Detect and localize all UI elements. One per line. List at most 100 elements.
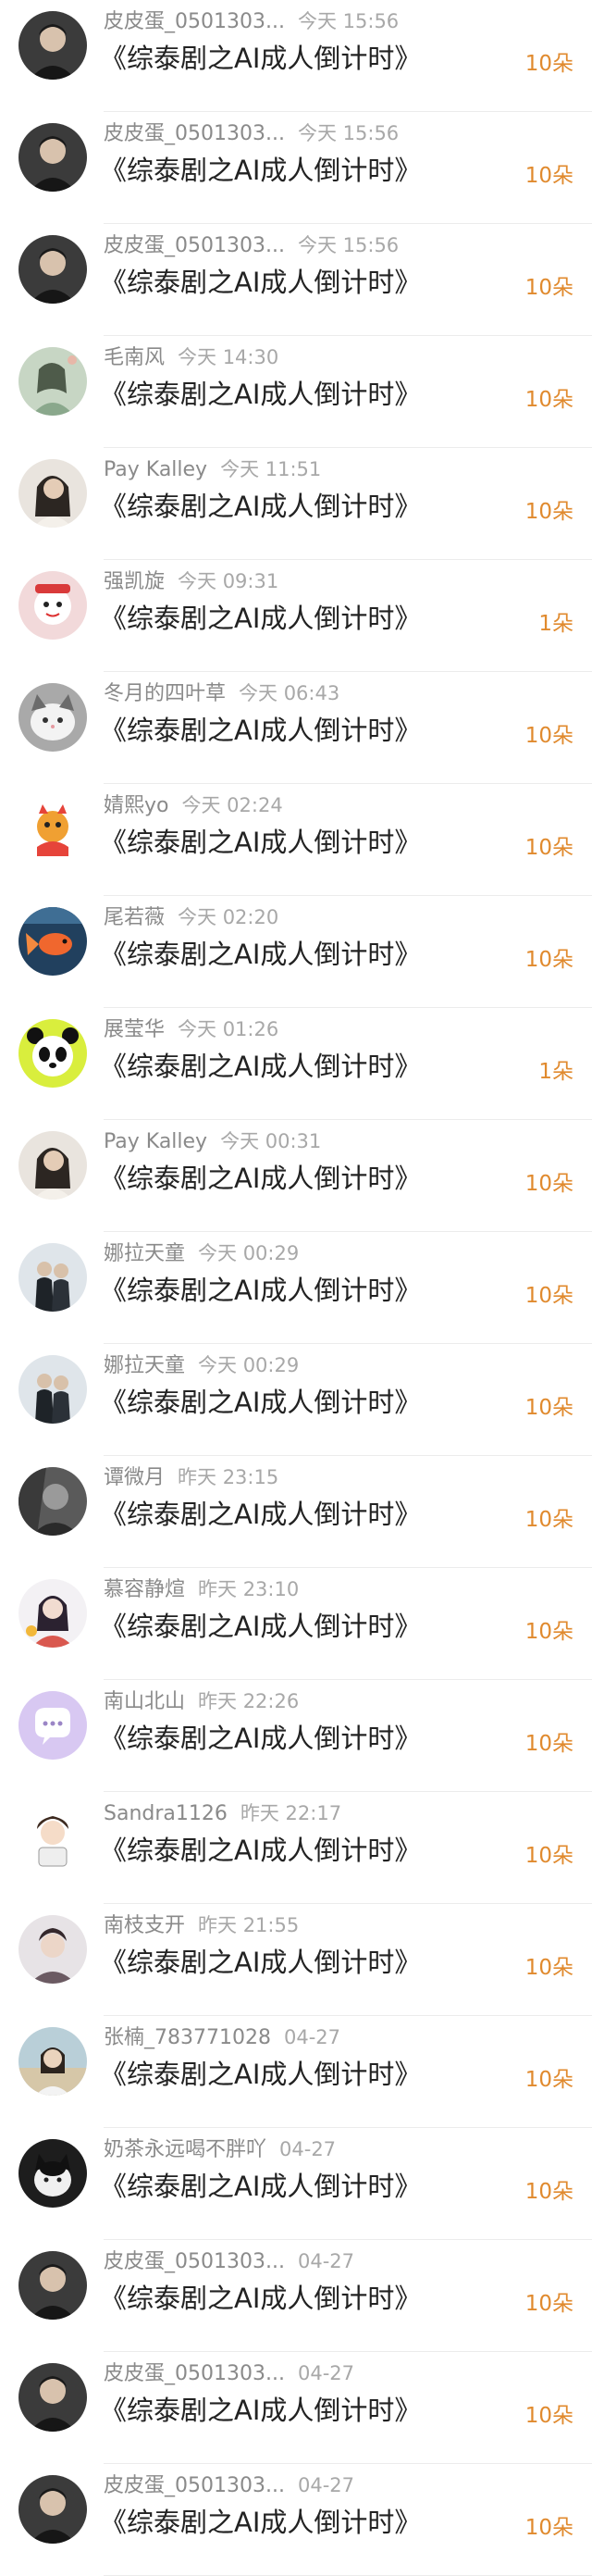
- avatar-man-dark-icon[interactable]: [18, 2251, 87, 2320]
- list-item[interactable]: 皮皮蛋_0501303... 今天 15:56 《综泰剧之AI成人倒计时》 10朵: [0, 112, 592, 224]
- item-title[interactable]: 《综泰剧之AI成人倒计时》: [100, 2057, 421, 2092]
- item-meta: 娜拉天童 今天 00:29: [104, 1239, 299, 1267]
- user-name[interactable]: 皮皮蛋_0501303...: [104, 122, 285, 145]
- list-item[interactable]: Pay Kalley 今天 00:31 《综泰剧之AI成人倒计时》 10朵: [0, 1120, 592, 1232]
- avatar-man-dark-icon[interactable]: [18, 2475, 87, 2544]
- user-name[interactable]: 南山北山: [104, 1690, 185, 1713]
- avatar-couple-icon[interactable]: [18, 1355, 87, 1424]
- list-item[interactable]: 娜拉天童 今天 00:29 《综泰剧之AI成人倒计时》 10朵: [0, 1232, 592, 1344]
- timestamp: 今天 09:31: [178, 570, 279, 592]
- item-title[interactable]: 《综泰剧之AI成人倒计时》: [100, 601, 421, 636]
- user-name[interactable]: 皮皮蛋_0501303...: [104, 2474, 285, 2497]
- item-title[interactable]: 《综泰剧之AI成人倒计时》: [100, 1161, 421, 1196]
- list-item[interactable]: 张楠_783771028 04-27 《综泰剧之AI成人倒计时》 10朵: [0, 2016, 592, 2128]
- user-name[interactable]: 南枝支开: [104, 1914, 185, 1937]
- avatar-man-dark-icon[interactable]: [18, 123, 87, 192]
- item-title[interactable]: 《综泰剧之AI成人倒计时》: [100, 2505, 421, 2540]
- item-title[interactable]: 《综泰剧之AI成人倒计时》: [100, 489, 421, 524]
- avatar-goldfish-icon[interactable]: [18, 907, 87, 976]
- user-name[interactable]: 奶茶永远喝不胖吖: [104, 2138, 266, 2161]
- list-item[interactable]: 婧熙yo 今天 02:24 《综泰剧之AI成人倒计时》 10朵: [0, 784, 592, 896]
- user-name[interactable]: 娜拉天童: [104, 1354, 185, 1377]
- list-item[interactable]: 奶茶永远喝不胖吖 04-27 《综泰剧之AI成人倒计时》 10朵: [0, 2128, 592, 2240]
- user-name[interactable]: 皮皮蛋_0501303...: [104, 234, 285, 257]
- user-name[interactable]: 皮皮蛋_0501303...: [104, 2362, 285, 2385]
- item-title[interactable]: 《综泰剧之AI成人倒计时》: [100, 41, 421, 76]
- avatar-dark-portrait-icon[interactable]: [18, 1467, 87, 1536]
- timestamp: 昨天 21:55: [198, 1914, 300, 1936]
- list-item[interactable]: 强凯旋 今天 09:31 《综泰剧之AI成人倒计时》 1朵: [0, 560, 592, 672]
- item-meta: 娜拉天童 今天 00:29: [104, 1351, 299, 1379]
- avatar-cat-dark-icon[interactable]: [18, 2139, 87, 2208]
- avatar-cartoon-boy-icon[interactable]: [18, 1803, 87, 1872]
- user-name[interactable]: Pay Kalley: [104, 1130, 207, 1153]
- item-title[interactable]: 《综泰剧之AI成人倒计时》: [100, 1833, 421, 1868]
- flower-count: 10朵: [524, 724, 574, 748]
- avatar-man-dark-icon[interactable]: [18, 2363, 87, 2432]
- user-name[interactable]: 皮皮蛋_0501303...: [104, 2250, 285, 2273]
- avatar-man-dark-icon[interactable]: [18, 235, 87, 304]
- item-title[interactable]: 《综泰剧之AI成人倒计时》: [100, 2281, 421, 2316]
- list-item[interactable]: 南枝支开 昨天 21:55 《综泰剧之AI成人倒计时》 10朵: [0, 1904, 592, 2016]
- item-title[interactable]: 《综泰剧之AI成人倒计时》: [100, 377, 421, 412]
- list-item[interactable]: 尾若薇 今天 02:20 《综泰剧之AI成人倒计时》 10朵: [0, 896, 592, 1008]
- user-name[interactable]: 毛南风: [104, 346, 165, 369]
- avatar-man-dark-icon[interactable]: [18, 11, 87, 80]
- item-title[interactable]: 《综泰剧之AI成人倒计时》: [100, 1049, 421, 1084]
- user-name[interactable]: 强凯旋: [104, 570, 165, 593]
- user-name[interactable]: 慕容静煊: [104, 1578, 185, 1601]
- list-item[interactable]: 娜拉天童 今天 00:29 《综泰剧之AI成人倒计时》 10朵: [0, 1344, 592, 1456]
- list-item[interactable]: 谭微月 昨天 23:15 《综泰剧之AI成人倒计时》 10朵: [0, 1456, 592, 1568]
- item-title[interactable]: 《综泰剧之AI成人倒计时》: [100, 1609, 421, 1644]
- list-item[interactable]: 南山北山 昨天 22:26 《综泰剧之AI成人倒计时》 10朵: [0, 1680, 592, 1792]
- item-title[interactable]: 《综泰剧之AI成人倒计时》: [100, 825, 421, 860]
- item-title[interactable]: 《综泰剧之AI成人倒计时》: [100, 153, 421, 188]
- avatar-panda-icon[interactable]: [18, 1019, 87, 1088]
- timestamp: 今天 00:29: [198, 1354, 300, 1376]
- list-item[interactable]: 冬月的四叶草 今天 06:43 《综泰剧之AI成人倒计时》 10朵: [0, 672, 592, 784]
- user-name[interactable]: 谭微月: [104, 1466, 165, 1489]
- flower-count: 1朵: [538, 1060, 574, 1084]
- list-item[interactable]: 皮皮蛋_0501303... 今天 15:56 《综泰剧之AI成人倒计时》 10朵: [0, 224, 592, 336]
- item-title[interactable]: 《综泰剧之AI成人倒计时》: [100, 265, 421, 300]
- avatar-dragon-icon[interactable]: [18, 795, 87, 864]
- list-item[interactable]: Sandra1126 昨天 22:17 《综泰剧之AI成人倒计时》 10朵: [0, 1792, 592, 1904]
- list-item[interactable]: 慕容静煊 昨天 23:10 《综泰剧之AI成人倒计时》 10朵: [0, 1568, 592, 1680]
- avatar-cartoon-red-icon[interactable]: [18, 571, 87, 640]
- list-item[interactable]: Pay Kalley 今天 11:51 《综泰剧之AI成人倒计时》 10朵: [0, 448, 592, 560]
- user-name[interactable]: 婧熙yo: [104, 794, 168, 817]
- item-title[interactable]: 《综泰剧之AI成人倒计时》: [100, 1721, 421, 1756]
- item-title[interactable]: 《综泰剧之AI成人倒计时》: [100, 2393, 421, 2428]
- list-item[interactable]: 展莹华 今天 01:26 《综泰剧之AI成人倒计时》 1朵: [0, 1008, 592, 1120]
- list-item[interactable]: 皮皮蛋_0501303... 今天 15:56 《综泰剧之AI成人倒计时》 10朵: [0, 0, 592, 112]
- list-item[interactable]: 皮皮蛋_0501303... 04-27 《综泰剧之AI成人倒计时》 10朵: [0, 2352, 592, 2464]
- user-name[interactable]: Pay Kalley: [104, 458, 207, 481]
- item-meta: 婧熙yo 今天 02:24: [104, 791, 283, 819]
- avatar-painting-icon[interactable]: [18, 347, 87, 416]
- item-title[interactable]: 《综泰剧之AI成人倒计时》: [100, 2169, 421, 2204]
- item-title[interactable]: 《综泰剧之AI成人倒计时》: [100, 937, 421, 972]
- item-title[interactable]: 《综泰剧之AI成人倒计时》: [100, 713, 421, 748]
- item-title[interactable]: 《综泰剧之AI成人倒计时》: [100, 1273, 421, 1308]
- item-title[interactable]: 《综泰剧之AI成人倒计时》: [100, 1385, 421, 1420]
- user-name[interactable]: Sandra1126: [104, 1802, 228, 1825]
- list-item[interactable]: 皮皮蛋_0501303... 04-27 《综泰剧之AI成人倒计时》 10朵: [0, 2240, 592, 2352]
- avatar-man-light-icon[interactable]: [18, 1915, 87, 1984]
- avatar-woman-outdoor-icon[interactable]: [18, 2027, 87, 2096]
- avatar-girl-snow-icon[interactable]: [18, 1579, 87, 1648]
- user-name[interactable]: 冬月的四叶草: [104, 682, 226, 705]
- user-name[interactable]: 尾若薇: [104, 906, 165, 929]
- avatar-woman-icon[interactable]: [18, 1131, 87, 1200]
- avatar-chat-bubble-icon[interactable]: [18, 1691, 87, 1760]
- item-title[interactable]: 《综泰剧之AI成人倒计时》: [100, 1497, 421, 1532]
- avatar-couple-icon[interactable]: [18, 1243, 87, 1312]
- list-item[interactable]: 毛南风 今天 14:30 《综泰剧之AI成人倒计时》 10朵: [0, 336, 592, 448]
- avatar-woman-icon[interactable]: [18, 459, 87, 528]
- avatar-cat-icon[interactable]: [18, 683, 87, 752]
- list-item[interactable]: 皮皮蛋_0501303... 04-27 《综泰剧之AI成人倒计时》 10朵: [0, 2464, 592, 2576]
- user-name[interactable]: 张楠_783771028: [104, 2026, 271, 2049]
- user-name[interactable]: 娜拉天童: [104, 1242, 185, 1265]
- user-name[interactable]: 皮皮蛋_0501303...: [104, 10, 285, 33]
- user-name[interactable]: 展莹华: [104, 1018, 165, 1041]
- item-title[interactable]: 《综泰剧之AI成人倒计时》: [100, 1945, 421, 1980]
